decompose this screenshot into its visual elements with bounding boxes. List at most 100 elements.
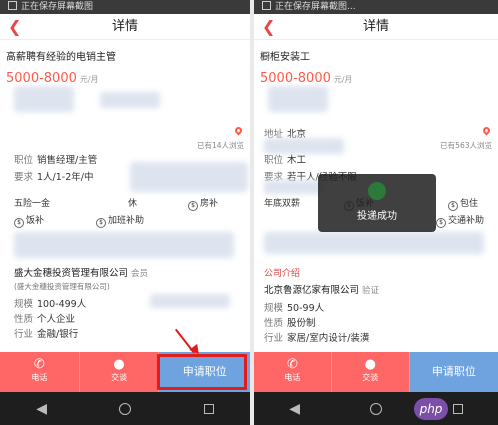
scale-value: 50-99人 xyxy=(287,303,325,314)
job-title: 橱柜安装工 xyxy=(260,52,310,63)
nature-label: 性质 xyxy=(14,314,34,325)
blurred-area xyxy=(264,180,324,194)
phone-icon: ✆ xyxy=(286,357,298,372)
toast-text: 投递成功 xyxy=(357,211,397,222)
location-icon[interactable] xyxy=(233,125,244,136)
nature-label: 性质 xyxy=(264,318,284,329)
android-nav-bar: ◀ xyxy=(254,392,498,425)
salary-value: 5000-8000 xyxy=(260,71,331,86)
page-title: 详情 xyxy=(111,19,138,34)
job-detail: 高薪聘有经验的电销主管 5000-8000 元/月 已有14人浏览 xyxy=(0,48,250,150)
position-label: 职位 xyxy=(264,155,284,166)
microphone-icon: ● xyxy=(113,357,125,372)
benefit-label: 交通补助 xyxy=(448,216,485,226)
benefit-item: 年底双薪 xyxy=(264,199,301,209)
requirement-label: 要求 xyxy=(14,172,34,183)
member-badge: 会员 xyxy=(131,269,149,279)
nav-recents-icon[interactable] xyxy=(203,403,214,414)
status-bar: 正在保存屏幕截图... xyxy=(254,0,498,14)
chat-label: 交谈 xyxy=(111,373,128,382)
nav-home-icon[interactable] xyxy=(119,402,132,415)
nature-value: 个人企业 xyxy=(37,314,76,325)
benefit-item: $ 加班补助 xyxy=(96,213,144,228)
company-name: 盛大金穗投资管理有限公司 会员 xyxy=(14,265,148,279)
position-row: 职位 木工 xyxy=(264,152,306,166)
nav-home-icon[interactable] xyxy=(370,402,383,415)
benefit-icon: $ xyxy=(448,201,458,211)
nature-row: 性质 个人企业 xyxy=(14,311,75,325)
screenshot-icon xyxy=(262,1,271,10)
back-arrow-icon[interactable]: ❮ xyxy=(262,14,275,40)
company-section-label: 公司介绍 xyxy=(264,269,301,279)
salary: 5000-8000 元/月 xyxy=(6,71,244,86)
benefit-item: $ 房补 xyxy=(188,196,218,211)
chat-button[interactable]: ● 交谈 xyxy=(79,352,160,392)
apply-button-highlight xyxy=(157,354,247,390)
blurred-area xyxy=(150,294,230,308)
watermark-logo: php xyxy=(414,398,448,420)
phone-icon: ✆ xyxy=(33,357,45,372)
industry-label: 行业 xyxy=(14,329,34,340)
view-count: 已有14人浏览 xyxy=(196,141,244,150)
company-subtitle: (盛大金穗投资管理有限公司) xyxy=(14,282,110,291)
blurred-area xyxy=(100,92,160,108)
position-value: 木工 xyxy=(287,155,307,166)
page-title: 详情 xyxy=(362,19,389,34)
nav-back-icon[interactable]: ◀ xyxy=(289,401,300,417)
benefit-item: $饭补 xyxy=(14,213,44,228)
action-bar: ✆ 电话 ● 交谈 申请职位 xyxy=(254,352,498,392)
requirement-row: 要求 1人/1-2年/中 xyxy=(14,169,93,183)
top-bar: ❮ 详情 xyxy=(254,14,498,40)
benefit-icon: $ xyxy=(188,201,198,211)
screenshot-comparison: 正在保存屏幕截图 ❮ 详情 高薪聘有经验的电销主管 5000-8000 元/月 已… xyxy=(0,0,498,425)
status-bar: 正在保存屏幕截图 xyxy=(0,0,250,14)
position-value: 销售经理/主管 xyxy=(37,155,98,166)
success-icon xyxy=(368,182,386,200)
blurred-area xyxy=(14,232,234,258)
microphone-icon: ● xyxy=(364,357,376,372)
benefit-icon: $ xyxy=(96,218,106,228)
screenshot-icon xyxy=(8,1,17,10)
benefit-icon: $ xyxy=(436,218,446,228)
view-count: 已有563人浏览 xyxy=(440,141,492,150)
blurred-area xyxy=(264,232,484,254)
android-nav-bar: ◀ xyxy=(0,392,250,425)
company-name: 北京鲁源亿家有限公司 验证 xyxy=(264,282,379,296)
benefit-label: 房补 xyxy=(200,199,219,209)
nature-row: 性质 股份制 xyxy=(264,315,316,329)
industry-value: 金融/银行 xyxy=(37,329,79,340)
top-bar: ❮ 详情 xyxy=(0,14,250,40)
chat-label: 交谈 xyxy=(362,373,379,382)
verified-badge: 验证 xyxy=(362,286,380,296)
call-button[interactable]: ✆ 电话 xyxy=(0,352,80,392)
benefit-label: 加班补助 xyxy=(108,216,145,226)
nav-recents-icon[interactable] xyxy=(452,403,463,414)
industry-label: 行业 xyxy=(264,333,284,344)
salary-value: 5000-8000 xyxy=(6,71,77,86)
chat-button[interactable]: ● 交谈 xyxy=(331,352,410,392)
scale-label: 规模 xyxy=(264,303,284,314)
blurred-area xyxy=(130,162,248,192)
industry-row: 行业 家居/室内设计/装潢 xyxy=(264,330,369,344)
requirement-value: 1人/1-2年/中 xyxy=(37,172,94,183)
toast-message: 投递成功 xyxy=(318,174,436,232)
call-button[interactable]: ✆ 电话 xyxy=(254,352,332,392)
status-text: 正在保存屏幕截图... xyxy=(275,2,356,12)
call-label: 电话 xyxy=(284,373,301,382)
salary-unit: 元/月 xyxy=(79,75,99,84)
industry-value: 家居/室内设计/装潢 xyxy=(287,333,370,344)
back-arrow-icon[interactable]: ❮ xyxy=(8,14,21,40)
benefit-icon: $ xyxy=(14,218,24,228)
benefit-label: 包住 xyxy=(460,199,479,209)
salary-unit: 元/月 xyxy=(333,75,353,84)
job-title: 高薪聘有经验的电销主管 xyxy=(6,52,116,63)
industry-row: 行业 金融/银行 xyxy=(14,326,78,340)
position-label: 职位 xyxy=(14,155,34,166)
nav-back-icon[interactable]: ◀ xyxy=(36,401,47,417)
scale-value: 100-499人 xyxy=(37,299,87,310)
company-name-text: 北京鲁源亿家有限公司 xyxy=(264,285,360,296)
location-icon[interactable] xyxy=(481,125,492,136)
apply-button[interactable]: 申请职位 xyxy=(409,352,498,392)
call-label: 电话 xyxy=(31,373,48,382)
salary: 5000-8000 元/月 xyxy=(260,71,492,86)
